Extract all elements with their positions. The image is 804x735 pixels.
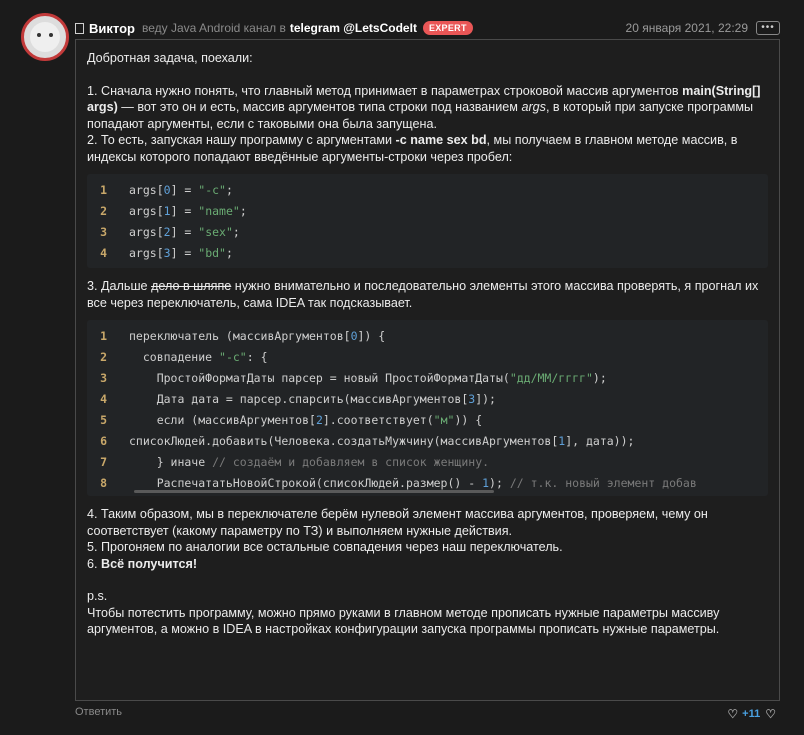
- paragraph-4: 4. Таким образом, мы в переключателе бер…: [87, 507, 708, 538]
- likes-count: +11: [742, 708, 761, 720]
- horizontal-scrollbar[interactable]: [134, 490, 494, 493]
- ps-text: Чтобы потестить программу, можно прямо р…: [87, 605, 720, 637]
- code-line: 5 если (массивАргументов[2].соответствуе…: [100, 413, 483, 428]
- code-line: 1 переключатель (массивАргументов[0]) {: [100, 329, 386, 344]
- post-intro: Добротная задача, поехали:: [87, 51, 253, 65]
- code-line: 3 args[2] = "sex";: [100, 225, 240, 240]
- likes-counter: ♡ +11 ♡: [727, 707, 780, 721]
- post-body: Добротная задача, поехали: 1. Сначала ну…: [75, 39, 780, 701]
- paragraph-2: 2. То есть, запуская нашу программу с ар…: [87, 133, 738, 164]
- code-block-args: 1 args[0] = "-c"; 2 args[1] = "name"; 3 args[…: [87, 174, 768, 268]
- avatar[interactable]: [21, 13, 69, 61]
- expert-badge: EXPERT: [422, 21, 473, 35]
- avatar-eye: [37, 33, 41, 37]
- paragraph-6: 6. Всё получится!: [87, 556, 198, 571]
- channel-link[interactable]: telegram @LetsCodeIt: [290, 21, 417, 35]
- code-line: 4 args[3] = "bd";: [100, 246, 233, 261]
- code-line: 2 совпадение "-c": {: [100, 350, 268, 365]
- checkbox-icon[interactable]: [75, 22, 84, 34]
- code-line: 2 args[1] = "name";: [100, 204, 247, 219]
- more-options-button[interactable]: •••: [756, 21, 780, 35]
- avatar-face: [30, 22, 60, 52]
- user-lead: веду Java Android канал в: [141, 21, 286, 35]
- code-line: 4 Дата дата = парсер.спарсить(массивАргу…: [100, 392, 496, 407]
- ps-label: p.s.: [87, 589, 108, 603]
- username[interactable]: Виктор: [89, 21, 135, 36]
- code-line: 3 ПростойФорматДаты парсер = новый Прост…: [100, 371, 607, 386]
- heart-icon[interactable]: ♡: [727, 707, 738, 721]
- post-header: Виктор веду Java Android канал в telegra…: [75, 19, 780, 37]
- paragraph-1: 1. Сначала нужно понять, что главный мет…: [87, 83, 761, 131]
- paragraph-5: 5. Прогоняем по аналогии все остальные с…: [87, 540, 563, 554]
- reply-link[interactable]: Ответить: [75, 706, 122, 718]
- code-line: 7 } иначе // создаём и добавляем в списо…: [100, 455, 490, 470]
- heart-icon[interactable]: ♡: [765, 707, 776, 721]
- code-line: 6 списокЛюдей.добавить(Человека.создатьМу…: [100, 434, 635, 449]
- post-date: 20 января 2021, 22:29: [625, 21, 748, 35]
- code-line: 1 args[0] = "-c";: [100, 183, 233, 198]
- avatar-eye: [49, 33, 53, 37]
- code-block-switch[interactable]: 1 переключатель (массивАргументов[0]) { 2…: [87, 320, 768, 496]
- paragraph-3: 3. Дальше дело в шляпе нужно внимательно…: [87, 279, 759, 310]
